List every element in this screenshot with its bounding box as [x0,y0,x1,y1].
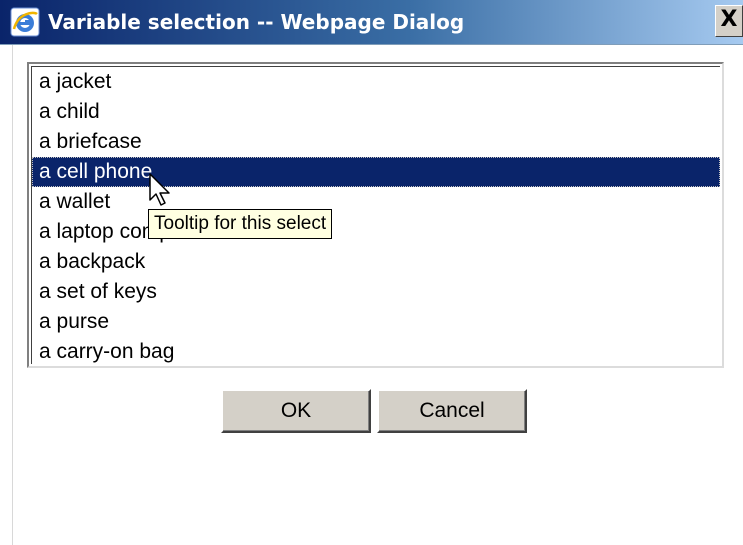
select-tooltip: Tooltip for this select [148,209,333,239]
dialog-title: Variable selection -- Webpage Dialog [48,10,465,34]
list-item[interactable]: a purse [32,307,720,337]
internet-explorer-icon [10,7,40,37]
title-bar[interactable]: Variable selection -- Webpage Dialog X [0,0,743,45]
variable-select[interactable]: a jacket a child a briefcase a cell phon… [31,66,720,364]
close-icon: X [720,7,738,32]
list-item[interactable]: a wallet [32,187,720,217]
mouse-pointer-icon [149,173,170,206]
variable-select-frame: a jacket a child a briefcase a cell phon… [27,62,724,368]
close-button[interactable]: X [715,5,743,37]
list-item[interactable]: a briefcase [32,127,720,157]
list-item[interactable]: a child [32,97,720,127]
list-item[interactable]: a laptop computer [32,217,720,247]
list-item[interactable]: a set of keys [32,277,720,307]
cancel-button[interactable]: Cancel [377,389,527,433]
list-item-selected[interactable]: a cell phone [32,157,720,187]
ok-button[interactable]: OK [221,389,371,433]
list-item[interactable]: a backpack [32,247,720,277]
dialog-window: Variable selection -- Webpage Dialog X a… [0,0,743,545]
list-item[interactable]: a carry-on bag [32,337,720,364]
list-item[interactable]: a jacket [32,67,720,97]
